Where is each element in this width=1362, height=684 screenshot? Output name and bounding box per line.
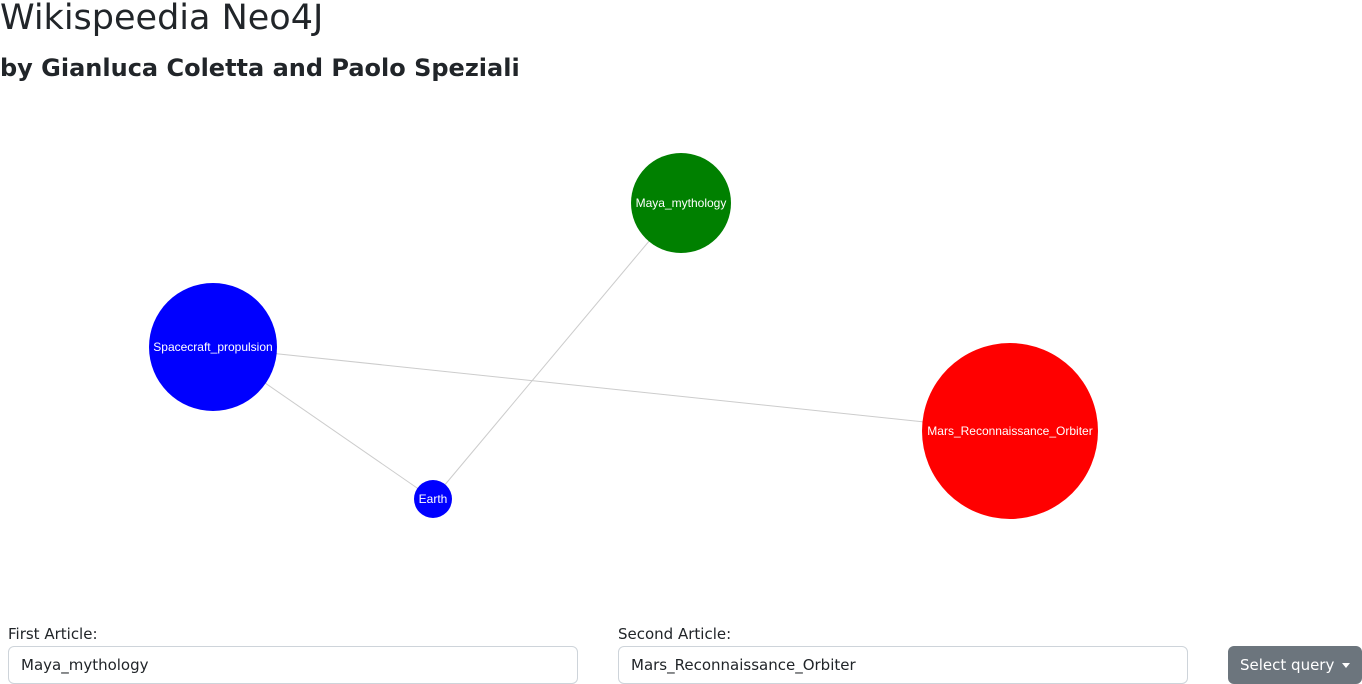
node-label: Earth bbox=[419, 492, 448, 506]
second-article-input[interactable] bbox=[618, 646, 1188, 684]
select-query-dropdown-button[interactable]: Select query bbox=[1228, 646, 1362, 684]
select-query-label: Select query bbox=[1240, 656, 1335, 674]
edge-maya-earth bbox=[432, 202, 682, 500]
second-article-label: Second Article: bbox=[618, 625, 732, 643]
edge-spacecraft-mars bbox=[212, 346, 1011, 432]
node-label: Maya_mythology bbox=[636, 196, 727, 210]
graph-node-spacecraft-propulsion[interactable]: Spacecraft_propulsion bbox=[149, 283, 277, 411]
page: Wikispeedia Neo4J by Gianluca Coletta an… bbox=[0, 0, 1362, 684]
node-label: Mars_Reconnaissance_Orbiter bbox=[927, 424, 1092, 438]
node-label: Spacecraft_propulsion bbox=[153, 340, 272, 354]
graph-edges bbox=[212, 202, 1011, 500]
caret-down-icon bbox=[1342, 662, 1351, 668]
graph-node-mars-reconnaissance-orbiter[interactable]: Mars_Reconnaissance_Orbiter bbox=[922, 343, 1098, 519]
first-article-input[interactable] bbox=[8, 646, 578, 684]
graph-node-maya-mythology[interactable]: Maya_mythology bbox=[631, 153, 731, 253]
graph-node-earth[interactable]: Earth bbox=[414, 480, 452, 518]
first-article-label: First Article: bbox=[8, 625, 98, 643]
graph-nodes: Maya_mythology Spacecraft_propulsion Mar… bbox=[149, 153, 1098, 519]
graph-canvas[interactable]: Maya_mythology Spacecraft_propulsion Mar… bbox=[0, 0, 1362, 620]
